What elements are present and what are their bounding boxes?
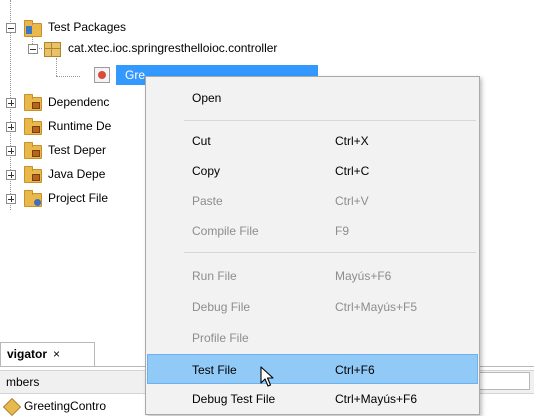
menu-item-shortcut: Ctrl+X	[335, 134, 369, 148]
package-icon	[44, 42, 61, 57]
expand-toggle[interactable]	[6, 170, 16, 180]
expand-toggle[interactable]	[6, 98, 16, 108]
tree-item-project-files[interactable]: Project File	[48, 188, 108, 208]
tree-item-label: cat.xtec.ioc.springresthelloioc.controll…	[68, 41, 278, 55]
collapse-toggle[interactable]	[28, 44, 38, 54]
menu-item-copy[interactable]: Copy Ctrl+C	[147, 156, 478, 186]
java-test-file-icon	[94, 67, 110, 83]
menu-item-paste[interactable]: Paste Ctrl+V	[147, 186, 478, 216]
menu-item-compile-file[interactable]: Compile File F9	[147, 216, 478, 246]
members-label: mbers	[6, 375, 40, 389]
menu-item-label: Open	[192, 91, 222, 105]
menu-item-label: Profile File	[192, 331, 249, 345]
collapse-toggle[interactable]	[6, 23, 16, 33]
menu-item-cut[interactable]: Cut Ctrl+X	[147, 126, 478, 156]
tree-item-label: Dependenc	[48, 95, 110, 109]
menu-item-debug-test-file[interactable]: Debug Test File Ctrl+Mayús+F6	[147, 384, 478, 414]
menu-item-label: Test File	[192, 363, 237, 377]
menu-item-test-file[interactable]: Test File Ctrl+F6	[147, 354, 478, 384]
tree-item-runtime-dependencies[interactable]: Runtime De	[48, 116, 111, 136]
context-menu: Open Cut Ctrl+X Copy Ctrl+C Paste Ctrl+V…	[145, 76, 480, 415]
tree-item-test-dependencies[interactable]: Test Deper	[48, 140, 106, 160]
menu-item-label: Compile File	[192, 224, 259, 238]
jar-folder-icon	[24, 94, 42, 111]
tab-navigator[interactable]: vigator ×	[0, 342, 95, 366]
menu-item-label: Paste	[192, 194, 223, 208]
tree-item-label: Java Depe	[48, 167, 106, 181]
menu-item-label: Debug File	[192, 300, 251, 314]
menu-separator	[184, 120, 476, 121]
tree-item-dependencies[interactable]: Dependenc	[48, 92, 109, 112]
navigator-item[interactable]: GreetingContro	[0, 397, 107, 416]
menu-item-shortcut: Ctrl+C	[335, 164, 370, 178]
menu-separator	[184, 252, 476, 253]
menu-item-shortcut: Ctrl+Mayús+F6	[335, 392, 418, 406]
tree-item-label: Runtime De	[48, 119, 112, 133]
tree-item-package[interactable]: cat.xtec.ioc.springresthelloioc.controll…	[68, 38, 277, 58]
class-icon	[2, 397, 22, 416]
menu-item-label: Debug Test File	[192, 392, 276, 406]
expand-toggle[interactable]	[6, 146, 16, 156]
navigator-item-label: GreetingContro	[24, 399, 107, 413]
tree-connector	[56, 58, 57, 76]
tree-item-label: Gre	[125, 68, 146, 82]
menu-item-shortcut: Ctrl+F6	[335, 363, 375, 377]
tree-item-test-packages[interactable]: Test Packages	[48, 17, 126, 37]
menu-item-label: Cut	[192, 134, 211, 148]
members-filter-box[interactable]	[478, 372, 530, 390]
tree-item-selected-file[interactable]: Gre	[125, 65, 145, 85]
mouse-pointer-icon	[260, 366, 274, 387]
tree-item-label: Test Deper	[48, 143, 107, 157]
menu-item-label: Copy	[192, 164, 221, 178]
menu-item-shortcut: Ctrl+V	[335, 194, 369, 208]
jar-folder-icon	[24, 142, 42, 159]
menu-item-open[interactable]: Open	[147, 83, 478, 113]
test-folder-icon	[24, 20, 42, 37]
project-files-folder-icon	[24, 190, 42, 207]
tree-item-java-dependencies[interactable]: Java Depe	[48, 164, 105, 184]
menu-item-shortcut: Mayús+F6	[335, 269, 392, 283]
menu-item-shortcut: Ctrl+Mayús+F5	[335, 300, 418, 314]
tree-item-label: Test Packages	[48, 20, 127, 34]
tab-label: vigator	[7, 347, 48, 361]
menu-item-profile-file[interactable]: Profile File	[147, 323, 478, 353]
menu-item-run-file[interactable]: Run File Mayús+F6	[147, 261, 478, 291]
expand-toggle[interactable]	[6, 122, 16, 132]
tree-connector	[56, 76, 80, 77]
tree-item-label: Project File	[48, 191, 109, 205]
menu-item-debug-file[interactable]: Debug File Ctrl+Mayús+F5	[147, 292, 478, 322]
expand-toggle[interactable]	[6, 194, 16, 204]
menu-item-label: Run File	[192, 269, 237, 283]
jar-folder-icon	[24, 118, 42, 135]
close-icon[interactable]: ×	[53, 347, 60, 361]
menu-item-shortcut: F9	[335, 224, 350, 238]
jar-folder-icon	[24, 166, 42, 183]
